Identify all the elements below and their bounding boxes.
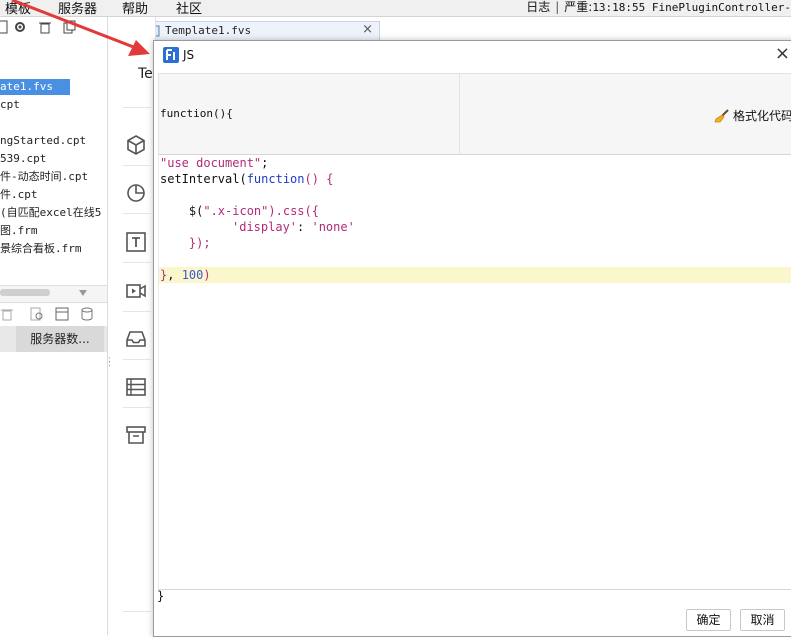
preview-icon[interactable]	[30, 307, 44, 321]
video-icon[interactable]	[124, 279, 148, 303]
divider	[123, 407, 151, 408]
severity-label: 严重:	[564, 0, 593, 14]
collapse-icon[interactable]	[79, 290, 87, 296]
dialog-titlebar: JS ×	[154, 41, 791, 71]
tree-item[interactable]: 件.cpt	[0, 187, 38, 203]
log-status: 日志 | 严重:13:18:55 FinePluginController-	[526, 0, 791, 14]
tree-item[interactable]: cpt	[0, 97, 20, 113]
divider	[123, 311, 151, 312]
format-code-button[interactable]: 格式化代码	[714, 107, 791, 124]
component-panel: Te	[113, 17, 156, 635]
cancel-button[interactable]: 取消	[740, 609, 785, 631]
js-dialog: JS × function(){ 格式化代码 "use document"; s…	[153, 40, 791, 637]
divider	[123, 359, 151, 360]
code-line-6: });	[160, 236, 211, 250]
function-signature-box: function(){	[158, 73, 460, 155]
delete-icon[interactable]	[38, 20, 52, 34]
function-closing-brace: }	[157, 589, 165, 603]
dialog-title: JS	[183, 48, 195, 62]
code-line-8: }, 100)	[160, 268, 211, 282]
format-code-label: 格式化代码	[733, 109, 791, 123]
tab-title: Template1.fvs	[165, 24, 252, 37]
close-icon[interactable]: ×	[775, 43, 790, 64]
code-line-1: "use document";	[160, 156, 269, 170]
divider	[123, 165, 151, 166]
divider	[123, 262, 151, 263]
table-edit-icon[interactable]	[55, 307, 69, 321]
menu-template[interactable]: 模板	[5, 0, 31, 17]
bottom-tab-bar: 服务器数...	[0, 326, 107, 352]
code-editor[interactable]: "use document"; setInterval(function() {…	[158, 154, 791, 590]
scrollbar-thumb[interactable]	[0, 289, 50, 296]
tree-item[interactable]: 539.cpt	[0, 151, 46, 167]
broom-icon	[714, 109, 729, 123]
menu-help[interactable]: 帮助	[122, 0, 148, 17]
log-label[interactable]: 日志	[526, 0, 550, 14]
divider	[123, 107, 151, 108]
close-tab-icon[interactable]: ×	[362, 22, 373, 37]
database-icon[interactable]	[80, 307, 94, 321]
tree-item[interactable]: 图.frm	[0, 223, 38, 239]
function-signature: function(){	[160, 107, 233, 120]
tree-scrollbar[interactable]	[0, 285, 107, 303]
tree-item-selected[interactable]: ate1.fvs	[0, 79, 70, 95]
ok-button[interactable]: 确定	[686, 609, 731, 631]
code-line-4: $(".x-icon").css({	[160, 204, 319, 218]
file-tree-panel: ate1.fvs cpt ngStarted.cpt 539.cpt 件-动态时…	[0, 17, 108, 635]
format-toolbar: 格式化代码	[460, 73, 791, 155]
archive-icon[interactable]	[124, 423, 148, 447]
tab-template1[interactable]: Template1.fvs ×	[142, 21, 380, 42]
settings-icon[interactable]	[13, 20, 27, 34]
copy-icon[interactable]	[62, 20, 76, 34]
tree-item[interactable]: 景综合看板.frm	[0, 241, 82, 257]
datasource-toolbar	[0, 303, 107, 325]
menu-server[interactable]: 服务器	[58, 0, 97, 17]
current-line-highlight	[159, 267, 791, 283]
canvas-title-fragment: Te	[138, 66, 153, 82]
tab-server-dataset[interactable]: 服务器数...	[16, 326, 104, 352]
tree-item[interactable]: ngStarted.cpt	[0, 133, 86, 149]
text-icon[interactable]	[124, 230, 148, 254]
code-line-5: 'display': 'none'	[232, 220, 355, 234]
splitter-handle[interactable]: ::	[108, 356, 111, 370]
delete-datasource-icon[interactable]	[0, 307, 14, 321]
finereport-logo-icon	[163, 47, 179, 63]
new-file-icon[interactable]	[0, 20, 10, 34]
menu-community[interactable]: 社区	[176, 0, 202, 17]
log-message: 13:18:55 FinePluginController-	[592, 1, 791, 14]
menu-bar: 模板 服务器 帮助 社区 日志 | 严重:13:18:55 FinePluginCo…	[0, 0, 791, 17]
inbox-icon[interactable]	[124, 327, 148, 351]
cube-icon[interactable]	[124, 133, 148, 157]
tree-item[interactable]: (自匹配excel在线5	[0, 205, 101, 221]
divider	[123, 611, 151, 612]
list-layout-icon[interactable]	[124, 375, 148, 399]
tree-item[interactable]: 件-动态时间.cpt	[0, 169, 88, 185]
code-line-2: setInterval(function() {	[160, 172, 334, 186]
divider	[123, 213, 151, 214]
pie-chart-icon[interactable]	[124, 181, 148, 205]
